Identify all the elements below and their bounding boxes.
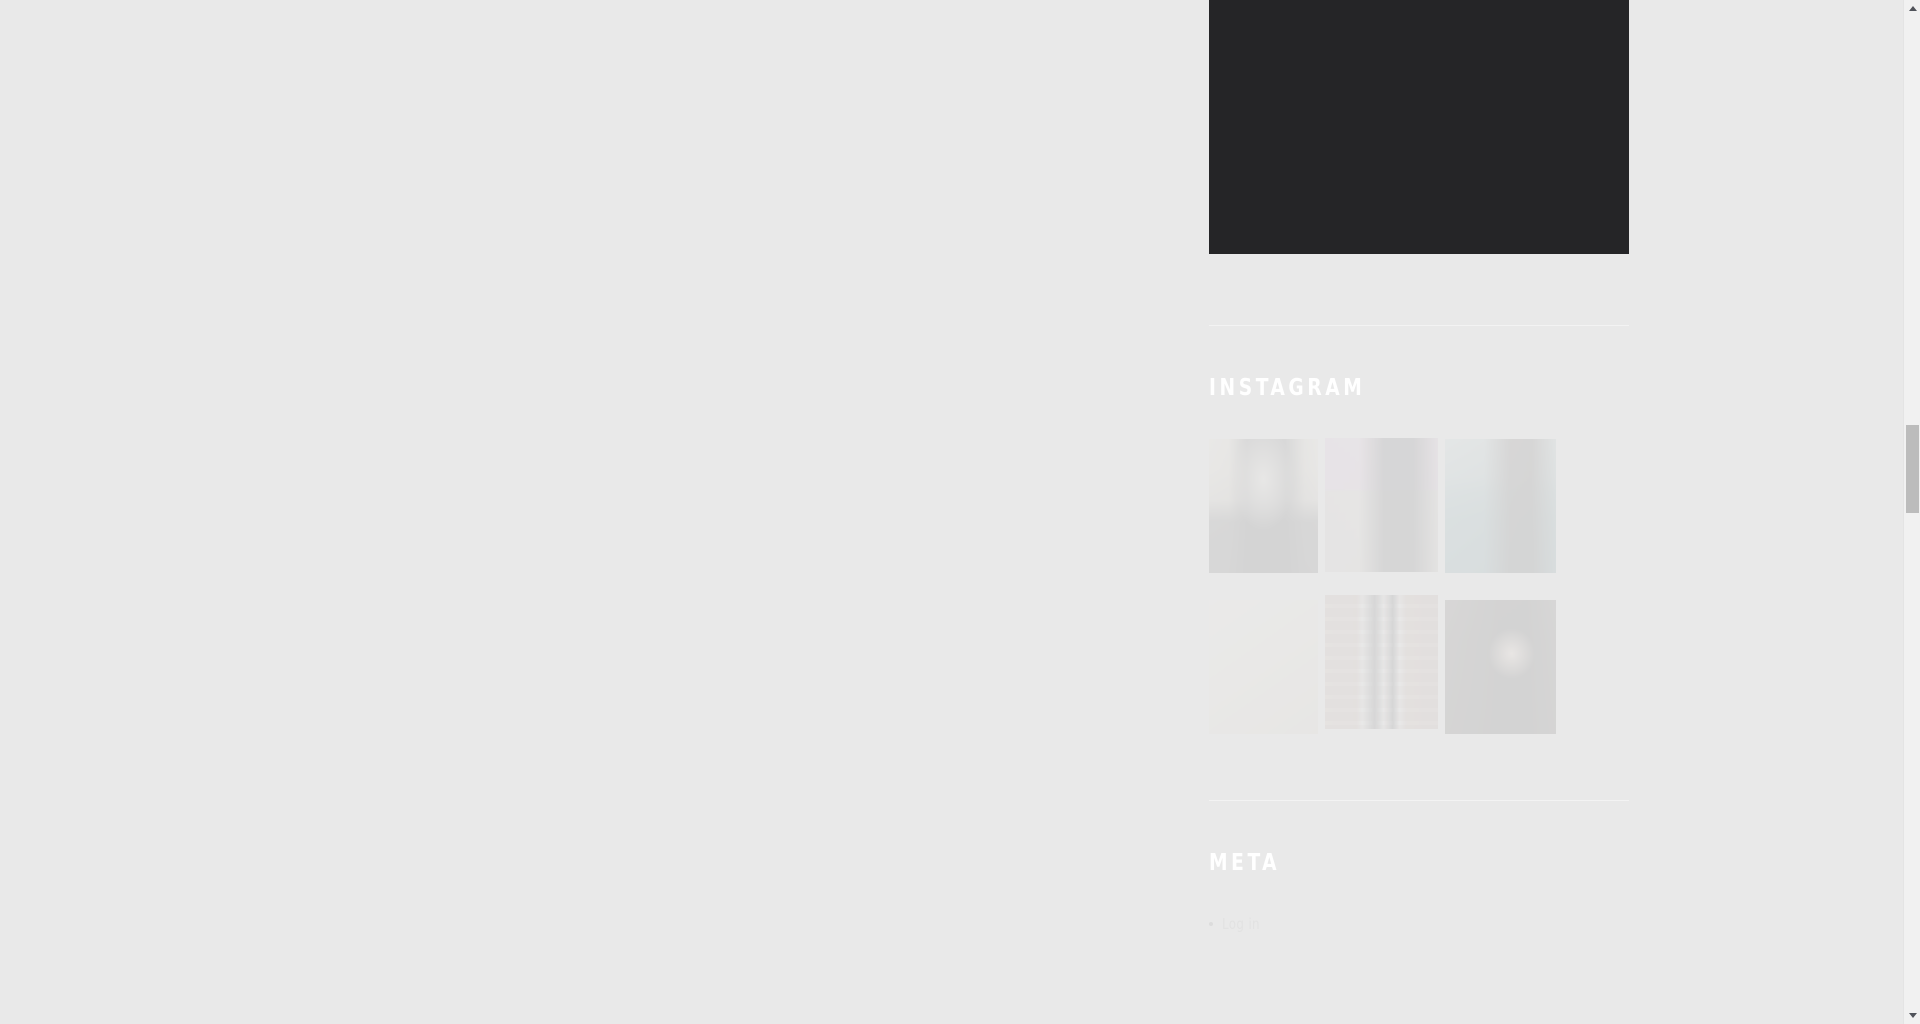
- widget-meta: META Log in: [1209, 801, 1629, 932]
- meta-links-list: Log in: [1209, 916, 1629, 932]
- meta-link-label: Log in: [1222, 915, 1260, 933]
- instagram-thumb-image: [1209, 600, 1318, 734]
- sidebar: FOLLOW US Facebook Twitter Google + Inst…: [1209, 0, 1629, 932]
- meta-widget-heading: META: [1209, 850, 1281, 876]
- vertical-scrollbar[interactable]: [1903, 0, 1920, 1024]
- page-root: FOLLOW US Facebook Twitter Google + Inst…: [0, 0, 1920, 1024]
- scroll-down-arrow-icon[interactable]: [1904, 1007, 1920, 1024]
- instagram-thumb[interactable]: woman-by-the-sea: [1445, 439, 1556, 573]
- instagram-thumb-image: [1209, 439, 1318, 573]
- instagram-thumb[interactable]: clothing-rack-mannequin: [1209, 439, 1318, 573]
- instagram-grid-row: handwritten-note-page patterned-coat-on-…: [1209, 595, 1629, 734]
- instagram-thumb[interactable]: woman-with-tiara-portrait: [1445, 600, 1556, 734]
- instagram-widget-heading: INSTAGRAM: [1209, 375, 1366, 401]
- chevron-up-icon: [1908, 6, 1917, 11]
- instagram-image-grid: clothing-rack-mannequin couple-on-purple…: [1209, 438, 1629, 734]
- instagram-thumb[interactable]: handwritten-note-page: [1209, 600, 1318, 734]
- scroll-up-arrow-icon[interactable]: [1904, 0, 1920, 17]
- instagram-thumb[interactable]: couple-on-purple-stage: [1325, 438, 1438, 572]
- scrollbar-thumb[interactable]: [1906, 425, 1919, 513]
- instagram-thumb-image: [1445, 600, 1556, 734]
- instagram-thumb-image: [1325, 595, 1438, 729]
- instagram-thumb[interactable]: patterned-coat-on-brick-wall: [1325, 595, 1438, 729]
- instagram-thumb-image: [1325, 438, 1438, 572]
- bullet-icon: [1209, 922, 1213, 926]
- widget-instagram: INSTAGRAM clothing-rack-mannequin couple…: [1209, 326, 1629, 734]
- chevron-down-icon: [1908, 1013, 1917, 1018]
- instagram-thumb-image: [1445, 439, 1556, 573]
- instagram-grid-row: clothing-rack-mannequin couple-on-purple…: [1209, 438, 1629, 573]
- widget-social: FOLLOW US Facebook Twitter Google + Inst…: [1209, 0, 1629, 254]
- main-content-column: [0, 0, 1190, 1024]
- meta-link-log-in[interactable]: Log in: [1209, 916, 1629, 932]
